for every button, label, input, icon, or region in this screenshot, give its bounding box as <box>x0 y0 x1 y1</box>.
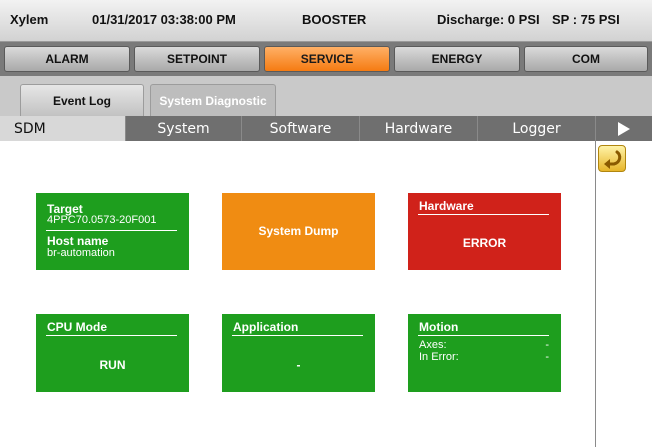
datetime-label: 01/31/2017 03:38:00 PM <box>92 12 236 27</box>
cpu-mode-title: CPU Mode <box>47 320 107 334</box>
setpoint-label: SP : 75 PSI <box>552 12 620 27</box>
section-tab-bar: SDM System Software Hardware Logger <box>0 116 652 141</box>
hardware-tile[interactable]: Hardware ERROR <box>408 193 561 270</box>
target-value: 4PPC70.0573-20F001 <box>47 214 157 226</box>
tab-event-log[interactable]: Event Log <box>20 84 144 116</box>
system-dump-label: System Dump <box>258 224 339 238</box>
tab-system-diagnostic[interactable]: System Diagnostic <box>150 84 276 116</box>
tab-software[interactable]: Software <box>242 116 360 141</box>
cpu-mode-status: RUN <box>99 358 126 372</box>
target-tile[interactable]: Target 4PPC70.0573-20F001 Host name br-a… <box>36 193 189 270</box>
content-divider <box>595 141 596 447</box>
host-name-value: br-automation <box>47 247 115 259</box>
host-name-label: Host name <box>47 234 109 248</box>
tab-system[interactable]: System <box>126 116 242 141</box>
tile-divider <box>418 214 549 215</box>
tile-divider <box>46 335 177 336</box>
axes-row: Axes: - <box>419 339 549 351</box>
nav-com-button[interactable]: COM <box>524 46 648 72</box>
application-tile[interactable]: Application - <box>222 314 375 392</box>
tile-divider <box>418 335 549 336</box>
motion-title: Motion <box>419 320 459 334</box>
application-title: Application <box>233 320 299 334</box>
cpu-mode-tile[interactable]: CPU Mode RUN <box>36 314 189 392</box>
hardware-title: Hardware <box>419 199 474 213</box>
nav-setpoint-button[interactable]: SETPOINT <box>134 46 260 72</box>
nav-energy-button[interactable]: ENERGY <box>394 46 520 72</box>
tab-hardware[interactable]: Hardware <box>360 116 478 141</box>
triangle-right-icon[interactable] <box>596 116 652 141</box>
in-error-label: In Error: <box>419 351 459 363</box>
tile-divider <box>232 335 363 336</box>
status-header: Xylem 01/31/2017 03:38:00 PM BOOSTER Dis… <box>0 0 652 42</box>
nav-alarm-button[interactable]: ALARM <box>4 46 130 72</box>
axes-value: - <box>545 339 549 351</box>
in-error-row: In Error: - <box>419 351 549 363</box>
tab-logger[interactable]: Logger <box>478 116 596 141</box>
return-arrow-icon <box>604 150 622 169</box>
subtab-bar: Event Log System Diagnostic <box>0 76 652 116</box>
hardware-status: ERROR <box>462 236 507 250</box>
main-nav: ALARM SETPOINT SERVICE ENERGY COM <box>0 42 652 76</box>
tile-divider <box>46 230 177 231</box>
motion-tile[interactable]: Motion Axes: - In Error: - <box>408 314 561 392</box>
brand-label: Xylem <box>10 12 49 27</box>
in-error-value: - <box>545 351 549 363</box>
nav-service-button[interactable]: SERVICE <box>264 46 390 72</box>
application-status: - <box>296 358 301 372</box>
mode-label: BOOSTER <box>302 12 367 27</box>
tab-sdm[interactable]: SDM <box>0 116 126 141</box>
axes-label: Axes: <box>419 339 447 351</box>
discharge-label: Discharge: 0 PSI <box>437 12 540 27</box>
system-dump-button[interactable]: System Dump <box>222 193 375 270</box>
return-button[interactable] <box>598 145 626 172</box>
